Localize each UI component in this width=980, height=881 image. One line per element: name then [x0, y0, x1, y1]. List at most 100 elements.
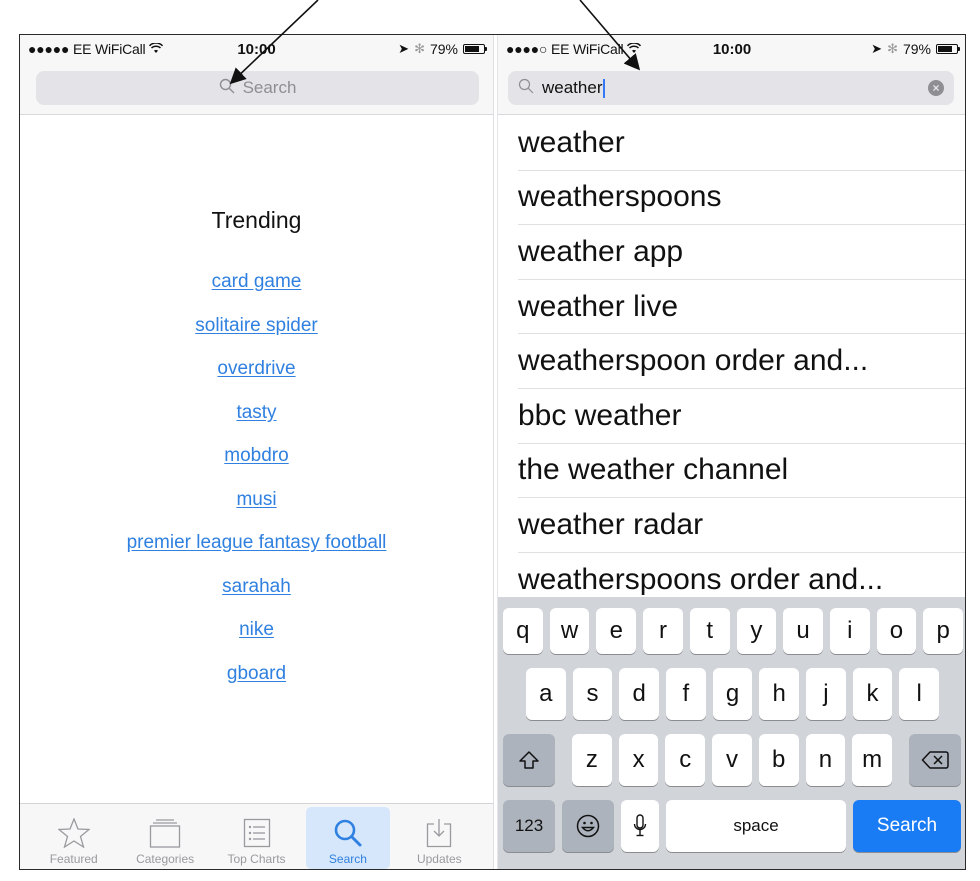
key-u[interactable]: u	[783, 608, 823, 654]
list-icon	[243, 818, 270, 848]
trending-link[interactable]: overdrive	[217, 358, 295, 379]
delete-key[interactable]	[909, 734, 962, 786]
key-k[interactable]: k	[852, 668, 893, 720]
numbers-key[interactable]: 123	[503, 800, 555, 852]
key-v[interactable]: v	[712, 734, 752, 786]
clock: 10:00	[712, 40, 752, 58]
suggestion-item[interactable]: weather	[518, 116, 965, 171]
download-icon	[427, 819, 452, 848]
emoji-icon	[576, 814, 600, 838]
clock: 10:00	[237, 40, 276, 58]
key-l[interactable]: l	[899, 668, 940, 720]
tab-label: Top Charts	[227, 852, 286, 866]
signal-dots: ●●●●○	[506, 41, 548, 57]
trending-link[interactable]: premier league fantasy football	[127, 532, 387, 553]
key-d[interactable]: d	[619, 668, 660, 720]
tab-top-charts[interactable]: Top Charts	[211, 804, 302, 869]
microphone-key[interactable]	[621, 800, 659, 852]
key-o[interactable]: o	[876, 608, 917, 654]
key-m[interactable]: m	[852, 734, 893, 786]
trending-link[interactable]: sarahah	[222, 576, 291, 597]
carrier-name: EE WiFiCall	[550, 41, 624, 57]
trending-item: sarahah	[20, 576, 493, 620]
key-c[interactable]: c	[665, 734, 706, 786]
trending-link[interactable]: card game	[212, 271, 302, 292]
search-input[interactable]: weather ×	[508, 71, 954, 105]
suggestion-item[interactable]: weatherspoons	[518, 171, 965, 226]
screenshot-frame: ●●●●● EE WiFiCall 10:00 ➤ ✻ 79% Search T…	[19, 34, 966, 870]
wifi-icon	[149, 41, 164, 57]
key-t[interactable]: t	[689, 608, 730, 654]
status-bar: ●●●●● EE WiFiCall 10:00 ➤ ✻ 79%	[20, 35, 493, 63]
wifi-icon	[627, 41, 642, 57]
tab-categories[interactable]: Categories	[119, 804, 210, 869]
key-s[interactable]: s	[572, 668, 613, 720]
search-icon	[334, 819, 362, 847]
clear-icon[interactable]: ×	[928, 80, 944, 96]
key-f[interactable]: f	[666, 668, 706, 720]
suggestion-list: weather weatherspoons weather app weathe…	[498, 116, 965, 607]
keyboard-row-4: 123 space Search	[501, 800, 963, 852]
tab-updates[interactable]: Updates	[394, 804, 485, 869]
suggestion-item[interactable]: weather app	[518, 225, 965, 280]
battery-fill	[938, 46, 953, 52]
location-arrow-icon: ➤	[398, 41, 410, 56]
suggestion-item[interactable]: bbc weather	[518, 389, 965, 444]
bluetooth-icon: ✻	[414, 41, 425, 56]
suggestion-item[interactable]: the weather channel	[518, 444, 965, 499]
microphone-icon	[633, 814, 647, 837]
battery-percent: 79%	[429, 41, 458, 57]
trending-link[interactable]: mobdro	[224, 445, 288, 466]
suggestion-item[interactable]: weather live	[518, 280, 965, 335]
key-r[interactable]: r	[643, 608, 683, 654]
carrier-info: ●●●●○ EE WiFiCall	[506, 41, 871, 57]
space-key[interactable]: space	[666, 800, 846, 852]
carrier-info: ●●●●● EE WiFiCall	[28, 41, 398, 57]
key-w[interactable]: w	[549, 608, 590, 654]
suggestion-item[interactable]: weatherspoon order and...	[518, 334, 965, 389]
suggestion-item[interactable]: weather radar	[518, 498, 965, 553]
trending-item: solitaire spider	[20, 315, 493, 359]
key-i[interactable]: i	[829, 608, 870, 654]
search-bar-area: weather ×	[498, 63, 965, 115]
key-y[interactable]: y	[736, 608, 777, 654]
search-placeholder: Search	[242, 78, 297, 97]
key-h[interactable]: h	[759, 668, 800, 720]
trending-link[interactable]: tasty	[236, 402, 276, 423]
trending-link[interactable]: musi	[236, 489, 276, 510]
search-query: weather	[542, 78, 603, 97]
trending-link[interactable]: nike	[239, 619, 274, 640]
key-e[interactable]: e	[596, 608, 637, 654]
key-g[interactable]: g	[712, 668, 753, 720]
trending-item: nike	[20, 619, 493, 663]
trending-item: overdrive	[20, 358, 493, 402]
key-z[interactable]: z	[572, 734, 612, 786]
tab-search[interactable]: Search	[302, 804, 393, 869]
trending-link[interactable]: solitaire spider	[195, 315, 318, 336]
tab-bar: Featured Categories Top Charts Search Up…	[20, 803, 493, 869]
key-j[interactable]: j	[806, 668, 846, 720]
tab-featured[interactable]: Featured	[28, 804, 119, 869]
keyboard-search-button[interactable]: Search	[853, 800, 961, 852]
search-icon	[219, 78, 235, 99]
trending-link[interactable]: gboard	[227, 663, 286, 684]
tab-label: Featured	[49, 852, 98, 866]
shift-icon	[519, 751, 539, 769]
key-a[interactable]: a	[526, 668, 566, 720]
battery-icon	[936, 44, 960, 54]
key-p[interactable]: p	[923, 608, 964, 654]
emoji-key[interactable]	[562, 800, 614, 852]
shift-key[interactable]	[503, 734, 555, 786]
carrier-name: EE WiFiCall	[72, 41, 146, 57]
key-n[interactable]: n	[805, 734, 846, 786]
signal-dots: ●●●●●	[28, 41, 70, 57]
key-x[interactable]: x	[618, 734, 659, 786]
battery-fill	[465, 46, 480, 52]
keyboard-row-2: a s d f g h j k l	[501, 668, 963, 720]
search-input[interactable]: Search	[36, 71, 479, 105]
tab-label: Updates	[416, 852, 462, 866]
key-b[interactable]: b	[758, 734, 799, 786]
key-q[interactable]: q	[503, 608, 543, 654]
search-bar-area: Search	[20, 63, 493, 115]
status-bar: ●●●●○ EE WiFiCall 10:00 ➤ ✻ 79%	[498, 35, 965, 63]
